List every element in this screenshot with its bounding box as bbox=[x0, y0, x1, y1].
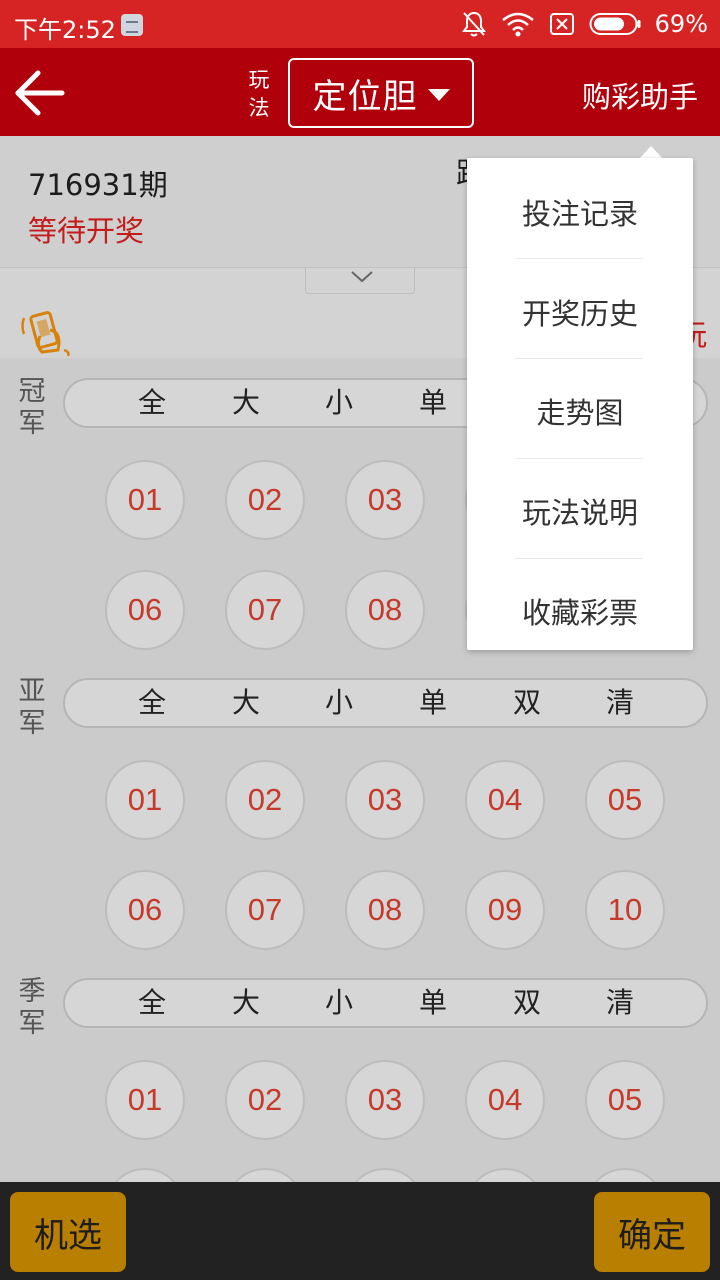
number-ball[interactable]: 02 bbox=[225, 1060, 305, 1140]
status-time: 下午2:52 bbox=[14, 16, 116, 44]
menu-item-draw-history[interactable]: 开奖历史 bbox=[467, 262, 693, 362]
caret-down-icon bbox=[427, 89, 450, 101]
number-ball[interactable]: 01 bbox=[105, 760, 185, 840]
wifi-icon bbox=[501, 12, 534, 37]
section-label-second: 亚 军 bbox=[18, 676, 46, 739]
play-type-value: 定位胆 bbox=[312, 76, 418, 117]
battery-percent: 69% bbox=[654, 10, 708, 38]
quick-clear-button[interactable]: 清 bbox=[590, 688, 650, 718]
number-ball[interactable]: 07 bbox=[225, 870, 305, 950]
menu-divider bbox=[515, 258, 643, 259]
status-icons: 69% bbox=[461, 8, 708, 40]
menu-divider bbox=[515, 358, 643, 359]
quick-odd-button[interactable]: 单 bbox=[403, 988, 463, 1018]
menu-item-play-rules[interactable]: 玩法说明 bbox=[467, 461, 693, 561]
expand-toggle[interactable] bbox=[305, 268, 415, 294]
helper-menu: 投注记录 开奖历史 走势图 玩法说明 收藏彩票 bbox=[467, 158, 693, 650]
status-bar: 下午2:52 69% bbox=[0, 0, 720, 48]
quick-odd-button[interactable]: 单 bbox=[403, 688, 463, 718]
quick-even-button[interactable]: 双 bbox=[497, 988, 557, 1018]
quick-clear-button[interactable]: 清 bbox=[590, 988, 650, 1018]
shake-phone-icon[interactable] bbox=[20, 306, 72, 358]
menu-divider bbox=[515, 558, 643, 559]
quick-small-button[interactable]: 小 bbox=[309, 688, 369, 718]
quick-odd-button[interactable]: 单 bbox=[403, 388, 463, 418]
number-ball[interactable]: 01 bbox=[105, 1060, 185, 1140]
number-ball[interactable]: 02 bbox=[225, 460, 305, 540]
quick-even-button[interactable]: 双 bbox=[497, 688, 557, 718]
bottom-bar: 机选 确定 bbox=[0, 1182, 720, 1280]
purchase-helper-button[interactable]: 购彩助手 bbox=[582, 74, 698, 116]
number-ball[interactable]: 10 bbox=[585, 870, 665, 950]
number-ball[interactable]: 09 bbox=[465, 870, 545, 950]
quick-select-bar: 全 大 小 单 双 清 bbox=[63, 978, 708, 1028]
notification-app-icon bbox=[121, 14, 143, 36]
quick-all-button[interactable]: 全 bbox=[122, 988, 182, 1018]
menu-divider bbox=[515, 458, 643, 459]
number-ball[interactable]: 05 bbox=[585, 1060, 665, 1140]
number-ball[interactable]: 04 bbox=[465, 760, 545, 840]
menu-item-favorite-lottery[interactable]: 收藏彩票 bbox=[467, 561, 693, 661]
number-ball[interactable]: 05 bbox=[585, 760, 665, 840]
quick-all-button[interactable]: 全 bbox=[122, 688, 182, 718]
quick-big-button[interactable]: 大 bbox=[216, 388, 276, 418]
arrow-left-icon[interactable] bbox=[12, 66, 66, 120]
menu-item-trend-chart[interactable]: 走势图 bbox=[467, 361, 693, 461]
section-label-first: 冠 军 bbox=[18, 376, 46, 439]
issue-status: 等待开奖 bbox=[28, 214, 145, 248]
play-type-label: 玩 法 bbox=[248, 68, 270, 120]
number-ball[interactable]: 08 bbox=[345, 870, 425, 950]
number-ball[interactable]: 07 bbox=[225, 570, 305, 650]
quick-big-button[interactable]: 大 bbox=[216, 688, 276, 718]
random-pick-button[interactable]: 机选 bbox=[10, 1192, 126, 1272]
confirm-button[interactable]: 确定 bbox=[594, 1192, 710, 1272]
play-type-dropdown[interactable]: 定位胆 bbox=[288, 58, 474, 128]
number-ball[interactable]: 03 bbox=[345, 460, 425, 540]
no-sim-icon bbox=[549, 13, 574, 35]
mute-bell-icon bbox=[461, 11, 486, 37]
chevron-down-icon bbox=[351, 271, 373, 283]
number-ball[interactable]: 04 bbox=[465, 1060, 545, 1140]
issue-number: 716931期 bbox=[28, 168, 168, 202]
number-ball[interactable]: 06 bbox=[105, 570, 185, 650]
number-ball[interactable]: 03 bbox=[345, 1060, 425, 1140]
quick-small-button[interactable]: 小 bbox=[309, 388, 369, 418]
number-ball[interactable]: 03 bbox=[345, 760, 425, 840]
quick-big-button[interactable]: 大 bbox=[216, 988, 276, 1018]
quick-small-button[interactable]: 小 bbox=[309, 988, 369, 1018]
number-ball[interactable]: 08 bbox=[345, 570, 425, 650]
menu-item-bet-records[interactable]: 投注记录 bbox=[467, 162, 693, 262]
quick-all-button[interactable]: 全 bbox=[122, 388, 182, 418]
quick-select-bar: 全 大 小 单 双 清 bbox=[63, 678, 708, 728]
battery-icon bbox=[589, 13, 641, 35]
number-ball[interactable]: 01 bbox=[105, 460, 185, 540]
number-ball[interactable]: 06 bbox=[105, 870, 185, 950]
number-ball[interactable]: 02 bbox=[225, 760, 305, 840]
header: 玩 法 定位胆 购彩助手 bbox=[0, 48, 720, 136]
section-label-third: 季 军 bbox=[18, 976, 46, 1039]
